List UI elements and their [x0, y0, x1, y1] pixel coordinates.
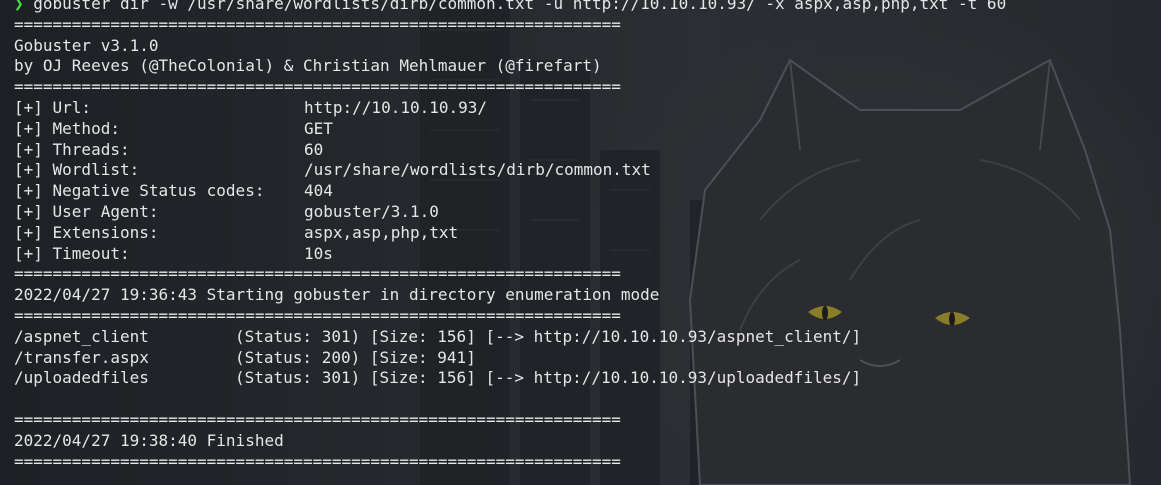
config-value: 404 [304, 181, 333, 201]
result-info: (Status: 301) [Size: 156] [--> http://10… [235, 368, 862, 388]
config-key: [+] Timeout: [14, 243, 130, 263]
config-value: aspx,asp,php,txt [304, 222, 459, 242]
result-path: /aspnet_client [14, 326, 149, 346]
separator-line: ========================================… [14, 14, 621, 34]
result-row: /uploadedfiles (Status: 301) [Size: 156] … [14, 368, 1006, 389]
banner-authors: by OJ Reeves (@TheColonial) & Christian … [14, 56, 602, 76]
separator-line: ========================================… [14, 451, 621, 471]
config-value: gobuster/3.1.0 [304, 201, 439, 221]
config-row-url: [+] Url: http://10.10.10.93/ [14, 98, 1006, 119]
separator-line: ========================================… [14, 409, 621, 429]
separator-line: ========================================… [14, 77, 621, 97]
config-value: 60 [304, 139, 324, 159]
config-value: /usr/share/wordlists/dirb/common.txt [304, 160, 651, 180]
config-row-extensions: [+] Extensions: aspx,asp,php,txt [14, 223, 1006, 244]
result-row: /aspnet_client (Status: 301) [Size: 156] … [14, 327, 1006, 348]
finish-message: 2022/04/27 19:38:40 Finished [14, 430, 284, 450]
command-text: gobuster dir -w /usr/share/wordlists/dir… [33, 0, 1007, 13]
config-row-threads: [+] Threads: 60 [14, 140, 1006, 161]
result-path: /uploadedfiles [14, 368, 149, 388]
config-key: [+] Method: [14, 118, 120, 138]
command-line[interactable]: ❯ gobuster dir -w /usr/share/wordlists/d… [14, 0, 1006, 15]
terminal-output[interactable]: ❯ gobuster dir -w /usr/share/wordlists/d… [14, 0, 1006, 472]
config-key: [+] User Agent: [14, 201, 159, 221]
banner-title: Gobuster v3.1.0 [14, 35, 159, 55]
separator-line: ========================================… [14, 305, 621, 325]
config-value: 10s [304, 243, 333, 263]
config-key: [+] Threads: [14, 139, 130, 159]
prompt-arrow-icon: ❯ [14, 0, 24, 13]
result-info: (Status: 301) [Size: 156] [--> http://10… [235, 326, 862, 346]
config-row-timeout: [+] Timeout: 10s [14, 244, 1006, 265]
config-row-user-agent: [+] User Agent: gobuster/3.1.0 [14, 202, 1006, 223]
config-row-method: [+] Method: GET [14, 119, 1006, 140]
start-message: 2022/04/27 19:36:43 Starting gobuster in… [14, 285, 660, 305]
result-row: /transfer.aspx (Status: 200) [Size: 941] [14, 348, 1006, 369]
config-value: http://10.10.10.93/ [304, 97, 488, 117]
config-key: [+] Negative Status codes: [14, 181, 265, 201]
result-info: (Status: 200) [Size: 941] [235, 347, 476, 367]
result-path: /transfer.aspx [14, 347, 149, 367]
config-key: [+] Url: [14, 97, 92, 117]
config-row-negative-status: [+] Negative Status codes: 404 [14, 181, 1006, 202]
config-value: GET [304, 118, 333, 138]
config-key: [+] Extensions: [14, 222, 159, 242]
terminal-window[interactable]: ❯ gobuster dir -w /usr/share/wordlists/d… [0, 0, 1161, 485]
config-key: [+] Wordlist: [14, 160, 140, 180]
separator-line: ========================================… [14, 264, 621, 284]
config-row-wordlist: [+] Wordlist: /usr/share/wordlists/dirb/c… [14, 160, 1006, 181]
